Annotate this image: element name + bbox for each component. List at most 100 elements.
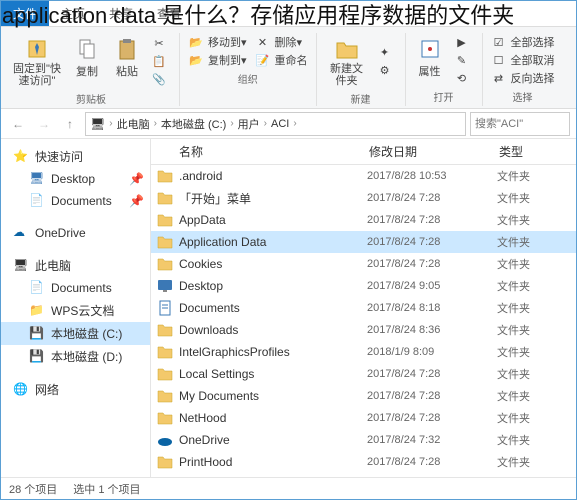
sidebar-quick-access[interactable]: ⭐快速访问 [1,145,150,168]
delete-button[interactable]: ✕删除 ▾ [251,33,312,51]
paste-shortcut-button[interactable]: 📎 [147,70,175,88]
file-row[interactable]: IntelGraphicsProfiles 2018/1/9 8:09 文件夹 [151,341,576,363]
ribbon-organize: 📂移动到 ▾ 📂复制到 ▾ ✕删除 ▾ 📝重命名 组织 [184,33,317,106]
file-row[interactable]: Cookies 2017/8/24 7:28 文件夹 [151,253,576,275]
organize-group-label: 组织 [238,71,258,86]
col-type-header[interactable]: 类型 [491,139,576,164]
sidebar-documents[interactable]: 📄Documents📌 [1,190,150,212]
select-none-button[interactable]: ☐全部取消 [487,51,559,69]
file-row[interactable]: 「开始」菜单 2017/8/24 7:28 文件夹 [151,187,576,209]
nav-forward-button[interactable]: → [33,113,55,135]
breadcrumb-drive[interactable]: 本地磁盘 (C:) [157,116,230,132]
file-type: 文件夹 [497,278,576,294]
file-type: 文件夹 [497,300,576,316]
file-type: 文件夹 [497,234,576,250]
file-row[interactable]: Documents 2017/8/24 8:18 文件夹 [151,297,576,319]
pin-icon: 📌 [129,172,144,186]
easy-access-button[interactable]: ⚙ [373,61,401,79]
select-all-button[interactable]: ☑全部选择 [487,33,559,51]
nav-up-button[interactable]: ↑ [59,113,81,135]
cut-button[interactable]: ✂ [147,34,175,52]
folder-icon [157,322,173,338]
sidebar-network[interactable]: 🌐网络 [1,378,150,401]
file-row[interactable]: Local Settings 2017/8/24 7:28 文件夹 [151,363,576,385]
file-type: 文件夹 [497,256,576,272]
history-button[interactable]: ⟲ [450,69,478,87]
ribbon-clipboard: 固定到"快速访问" 复制 粘贴 ✂ 📋 📎 剪贴板 [7,33,180,106]
pc-icon: 🖥 [90,117,105,131]
copy-path-button[interactable]: 📋 [147,52,175,70]
file-row[interactable]: Downloads 2017/8/24 8:36 文件夹 [151,319,576,341]
sidebar-drive-d[interactable]: 💾本地磁盘 (D:) [1,345,150,368]
paste-button[interactable]: 粘贴 [107,33,147,89]
rename-icon: 📝 [255,52,271,68]
tab-share[interactable]: 共享 [97,1,145,26]
breadcrumb-user[interactable]: ACI [267,118,293,130]
folder-icon [157,410,173,426]
sidebar-drive-c[interactable]: 💾本地磁盘 (C:) [1,322,150,345]
tab-file[interactable]: 文件 [1,1,49,26]
copy-to-button[interactable]: 📂复制到 ▾ [184,51,251,69]
rename-button[interactable]: 📝重命名 [251,51,312,69]
copyto-icon: 📂 [188,52,204,68]
sidebar-onedrive[interactable]: ☁OneDrive [1,222,150,244]
breadcrumb-pc[interactable]: 此电脑 [113,116,154,132]
explorer-window: 文件 主页 共享 查看 固定到"快速访问" 复制 粘贴 ✂ [0,0,577,500]
open-button[interactable]: ▶ [450,33,478,51]
new-folder-icon [333,35,361,63]
breadcrumb-users[interactable]: 用户 [234,116,264,132]
history-icon: ⟲ [454,70,470,86]
sidebar-desktop[interactable]: 🖥Desktop📌 [1,168,150,190]
file-date: 2017/8/24 7:28 [367,192,497,204]
nav-sidebar: ⭐快速访问 🖥Desktop📌 📄Documents📌 ☁OneDrive 🖥此… [1,139,151,477]
file-name: 「开始」菜单 [179,190,367,207]
file-date: 2018/1/9 8:09 [367,346,497,358]
sidebar-wps[interactable]: 📁WPS云文档 [1,299,150,322]
edit-icon: ✎ [454,52,470,68]
file-type: 文件夹 [497,344,576,360]
edit-button[interactable]: ✎ [450,51,478,69]
file-row[interactable]: NetHood 2017/8/24 7:28 文件夹 [151,407,576,429]
copy-button[interactable]: 复制 [67,33,107,89]
file-name: IntelGraphicsProfiles [179,345,367,359]
tab-home[interactable]: 主页 [49,1,97,26]
file-date: 2017/8/24 7:28 [367,258,497,270]
file-row[interactable]: My Documents 2017/8/24 7:28 文件夹 [151,385,576,407]
pin-icon: 📌 [129,194,144,208]
pin-quick-access-button[interactable]: 固定到"快速访问" [7,33,67,89]
nav-back-button[interactable]: ← [7,113,29,135]
pc-icon: 🖥 [13,258,29,274]
tab-view[interactable]: 查看 [145,1,193,26]
sidebar-this-pc[interactable]: 🖥此电脑 [1,254,150,277]
file-name: PrintHood [179,455,367,469]
new-item-button[interactable]: ✦ [373,43,401,61]
file-row[interactable]: AppData 2017/8/24 7:28 文件夹 [151,209,576,231]
file-date: 2017/8/24 7:28 [367,456,497,468]
breadcrumb[interactable]: 🖥 › 此电脑 › 本地磁盘 (C:) › 用户 › ACI › [85,112,466,136]
sidebar-documents-2[interactable]: 📄Documents [1,277,150,299]
move-to-button[interactable]: 📂移动到 ▾ [184,33,251,51]
file-row[interactable]: .android 2017/8/28 10:53 文件夹 [151,165,576,187]
onedrive-icon [157,432,173,448]
file-type: 文件夹 [497,388,576,404]
file-row[interactable]: Desktop 2017/8/24 9:05 文件夹 [151,275,576,297]
documents-icon [157,300,173,316]
file-row[interactable]: OneDrive 2017/8/24 7:32 文件夹 [151,429,576,451]
file-name: Local Settings [179,367,367,381]
file-row[interactable]: Application Data 2017/8/24 7:28 文件夹 [151,231,576,253]
invert-select-button[interactable]: ⇄反向选择 [487,69,559,87]
col-name-header[interactable]: 名称 [151,139,361,164]
file-date: 2017/8/28 10:53 [367,170,497,182]
col-date-header[interactable]: 修改日期 [361,139,491,164]
search-input[interactable] [470,112,570,136]
folder-icon [157,344,173,360]
network-icon: 🌐 [13,382,29,398]
file-name: My Documents [179,389,367,403]
file-name: NetHood [179,411,367,425]
properties-button[interactable]: 属性 [410,33,450,87]
file-type: 文件夹 [497,190,576,206]
file-row[interactable]: PrintHood 2017/8/24 7:28 文件夹 [151,451,576,473]
new-folder-button[interactable]: 新建文件夹 [321,33,373,89]
select-all-icon: ☑ [491,34,507,50]
folder-icon [157,256,173,272]
